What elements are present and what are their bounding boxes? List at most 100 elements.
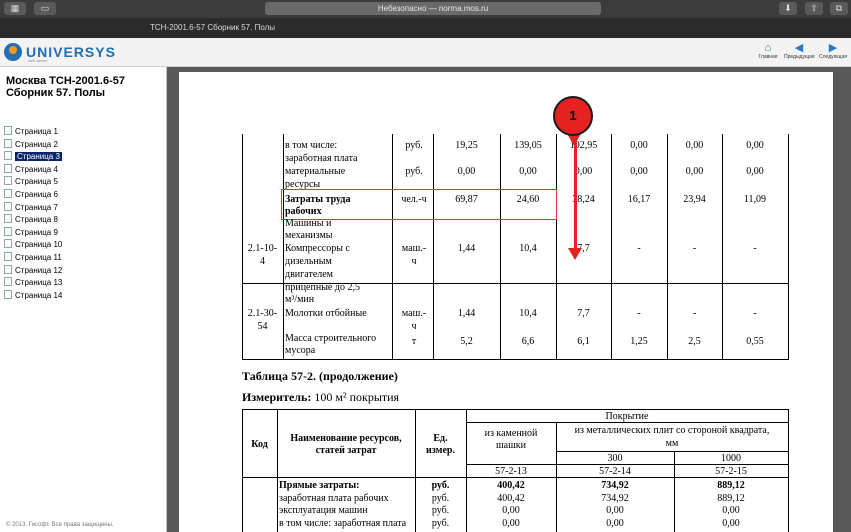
meter-value: 100 м² покрытия: [314, 390, 400, 404]
sidebar-page-item[interactable]: Страница 13: [4, 277, 164, 290]
share-icon[interactable]: ⇧: [805, 2, 823, 15]
cell: 0,00: [746, 140, 764, 151]
sidebar-page-item[interactable]: Страница 2: [4, 138, 164, 152]
table-rule: [466, 464, 788, 465]
cell: механизмы: [285, 230, 333, 241]
cell: 6,6: [521, 336, 535, 347]
cell: 0,55: [746, 336, 764, 347]
table-rule: [242, 409, 788, 410]
address-bar[interactable]: Небезопасно — norma.mos.ru: [265, 2, 601, 15]
cell: т: [411, 336, 417, 347]
tab-active[interactable]: ТСН-2001.6-57 Сборник 57. Полы: [150, 18, 275, 38]
copyright-footer: © 2013, Гисофт. Все права защищены.: [6, 522, 114, 528]
next-button[interactable]: ▶ Следующая: [818, 42, 848, 60]
table-heading: Таблица 57-2. (продолжение): [242, 369, 398, 383]
row-name: Прямые затраты:: [279, 480, 360, 491]
col-header: статей затрат: [315, 445, 377, 456]
address-text: Небезопасно — norma.mos.ru: [377, 4, 489, 13]
table-rule: [283, 134, 284, 360]
sidebar-page-item[interactable]: Страница 12: [4, 264, 164, 278]
annotation-arrowhead: [568, 248, 582, 260]
arrow-left-icon: ◀: [794, 42, 804, 54]
sidebar-page-label: Страница 10: [15, 240, 63, 250]
sidebar-page-item[interactable]: Страница 3: [4, 151, 164, 164]
row-value: 0,00: [722, 505, 740, 516]
document-title: Москва ТСН-2001.6-57 Сборник 57. Полы: [6, 75, 125, 99]
sidebar-page-item[interactable]: Страница 14: [4, 289, 164, 303]
col-code: 57-2-15: [715, 466, 747, 477]
cell: 1,25: [630, 336, 648, 347]
page-icon: [4, 176, 12, 186]
sidebar-page-item[interactable]: Страница 7: [4, 201, 164, 215]
cell: -: [692, 243, 697, 254]
cell: заработная плата: [285, 153, 358, 164]
cell: Машины и: [285, 218, 332, 229]
row-value: 400,42: [497, 492, 525, 504]
cell: 0,00: [746, 166, 764, 177]
row-value: 0,00: [502, 505, 520, 516]
browser-toolbar: ▦ ▭ Небезопасно — norma.mos.ru ⬇ ⇧ ⧉: [0, 0, 851, 18]
cell: в том числе:: [285, 140, 338, 151]
previous-button[interactable]: ◀ Предыдущая: [784, 42, 815, 60]
labor-value: 16,17: [627, 194, 651, 205]
cell: прицепные до 2,5: [285, 282, 360, 293]
sidebar-page-label: Страница 11: [15, 252, 62, 262]
col-header: шашки: [495, 440, 527, 451]
cell: руб.: [405, 166, 423, 177]
table-rule: [242, 409, 243, 532]
sidebar-page-item[interactable]: Страница 11: [4, 251, 164, 265]
sidebar-page-label: Страница 14: [15, 290, 63, 300]
cell: 10,4: [519, 308, 537, 319]
download-icon[interactable]: ⬇: [779, 2, 797, 15]
labor-value: 38,24: [572, 194, 595, 205]
cell: Масса строительного: [285, 333, 377, 344]
table-rule: [242, 477, 788, 478]
tabs-icon[interactable]: ⧉: [830, 2, 848, 15]
row-unit: руб.: [431, 480, 450, 491]
table-rule: [466, 422, 788, 423]
tab-overview-icon[interactable]: ▭: [34, 2, 56, 15]
page-icon: [4, 277, 12, 287]
row-value: 0,00: [606, 517, 624, 529]
page-icon: [4, 188, 12, 198]
cell: м³/мин: [285, 294, 315, 305]
arrow-right-icon: ▶: [828, 42, 838, 54]
logo-subtitle: web server: [28, 58, 48, 63]
sidebar-page-item[interactable]: Страница 5: [4, 176, 164, 189]
sidebar-page-item[interactable]: Страница 6: [4, 188, 164, 202]
home-button[interactable]: ⌂ Главная: [753, 42, 783, 60]
sidebar-page-item[interactable]: Страница 9: [4, 226, 164, 240]
page-list: Страница 1 Страница 2 Страница 3 Страница 4…: [4, 126, 164, 302]
row-unit: руб.: [431, 492, 450, 504]
table-rule: [556, 451, 788, 452]
cell: дизельным: [285, 256, 332, 267]
sidebar-page-item[interactable]: Страница 4: [4, 163, 164, 177]
page-icon: [4, 264, 12, 274]
cell: 0,00: [574, 166, 593, 177]
col-header: Наименование ресурсов,: [290, 433, 402, 444]
row-value: 889,12: [717, 492, 745, 504]
sidebar-toggle-icon[interactable]: ▦: [4, 2, 26, 15]
cell: 0,00: [457, 166, 476, 177]
cell: двигателем: [285, 269, 334, 280]
col-header: мм: [665, 438, 679, 449]
cell: 2.1-30-: [247, 308, 278, 319]
tab-bar: ТСН-2001.6-57 Сборник 57. Полы: [0, 18, 851, 38]
labor-value: 23,94: [683, 194, 706, 205]
cell: 2,5: [688, 336, 701, 347]
cell: 7,7: [577, 308, 590, 319]
cell: 0,00: [630, 140, 648, 151]
cell: -: [692, 308, 697, 319]
page-icon: [4, 201, 12, 211]
row-value: 734,92: [601, 480, 629, 491]
tab-title: ТСН-2001.6-57 Сборник 57. Полы: [150, 23, 276, 32]
cell: 10,4: [519, 243, 537, 254]
sidebar-page-item[interactable]: Страница 1: [4, 126, 164, 139]
row-name: заработная плата рабочих: [279, 492, 389, 504]
sidebar-page-label: Страница 4: [15, 164, 58, 174]
site-header: UNIVERSYS web server ⌂ Главная ◀ Предыдуща…: [0, 38, 851, 67]
sidebar-page-item[interactable]: Страница 10: [4, 239, 164, 252]
table-rule: [788, 409, 789, 532]
sidebar-page-item[interactable]: Страница 8: [4, 214, 164, 227]
row-value: 734,92: [601, 492, 629, 504]
